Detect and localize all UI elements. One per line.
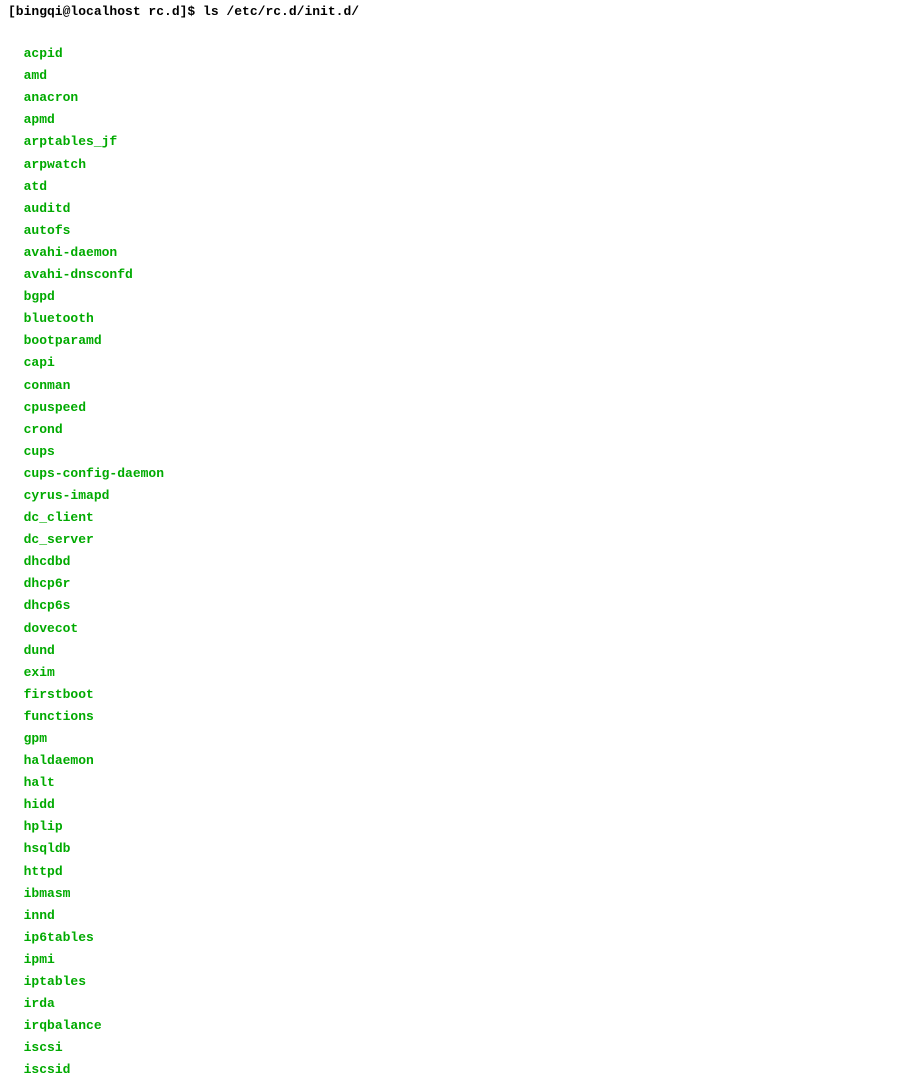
file-entry: ip6tables xyxy=(24,927,138,949)
file-entry: atd xyxy=(24,176,216,198)
file-entry: cups-config-daemon xyxy=(24,463,216,485)
file-entry: dhcdbd xyxy=(24,551,216,573)
shell-prompt: [bingqi@localhost rc.d]$ ls /etc/rc.d/in… xyxy=(8,4,906,19)
file-entry: hsqldb xyxy=(24,838,138,860)
file-entry: acpid xyxy=(24,43,216,65)
column-1: acpidamdanacronapmdarptables_jfarpwatcha… xyxy=(24,43,216,617)
file-entry: irqbalance xyxy=(24,1015,138,1037)
file-entry: iscsi xyxy=(24,1037,138,1059)
file-entry: ibmasm xyxy=(24,883,138,905)
file-entry: ipmi xyxy=(24,949,138,971)
file-entry: dc_server xyxy=(24,529,216,551)
file-entry: avahi-daemon xyxy=(24,242,216,264)
file-entry: iscsid xyxy=(24,1059,138,1078)
file-entry: iptables xyxy=(24,971,138,993)
file-entry: firstboot xyxy=(24,684,138,706)
file-entry: hidd xyxy=(24,794,138,816)
ls-output: acpidamdanacronapmdarptables_jfarpwatcha… xyxy=(8,21,906,1078)
file-entry: dovecot xyxy=(24,618,138,640)
file-entry: conman xyxy=(24,375,216,397)
file-entry: httpd xyxy=(24,861,138,883)
file-entry: apmd xyxy=(24,109,216,131)
file-entry: gpm xyxy=(24,728,138,750)
file-entry: cpuspeed xyxy=(24,397,216,419)
column-2: dovecotdundeximfirstbootfunctionsgpmhald… xyxy=(24,618,138,1078)
file-entry: cups xyxy=(24,441,216,463)
file-entry: dc_client xyxy=(24,507,216,529)
file-entry: cyrus-imapd xyxy=(24,485,216,507)
file-entry: amd xyxy=(24,65,216,87)
file-entry: innd xyxy=(24,905,138,927)
file-entry: anacron xyxy=(24,87,216,109)
file-entry: crond xyxy=(24,419,216,441)
file-entry: arpwatch xyxy=(24,154,216,176)
file-entry: hplip xyxy=(24,816,138,838)
file-entry: autofs xyxy=(24,220,216,242)
file-entry: auditd xyxy=(24,198,216,220)
file-entry: haldaemon xyxy=(24,750,138,772)
file-entry: capi xyxy=(24,352,216,374)
file-entry: exim xyxy=(24,662,138,684)
file-entry: avahi-dnsconfd xyxy=(24,264,216,286)
file-entry: arptables_jf xyxy=(24,131,216,153)
file-entry: dhcp6s xyxy=(24,595,216,617)
file-entry: irda xyxy=(24,993,138,1015)
file-entry: bluetooth xyxy=(24,308,216,330)
file-entry: bgpd xyxy=(24,286,216,308)
file-entry: functions xyxy=(24,706,138,728)
file-entry: dund xyxy=(24,640,138,662)
file-entry: halt xyxy=(24,772,138,794)
file-entry: bootparamd xyxy=(24,330,216,352)
file-entry: dhcp6r xyxy=(24,573,216,595)
